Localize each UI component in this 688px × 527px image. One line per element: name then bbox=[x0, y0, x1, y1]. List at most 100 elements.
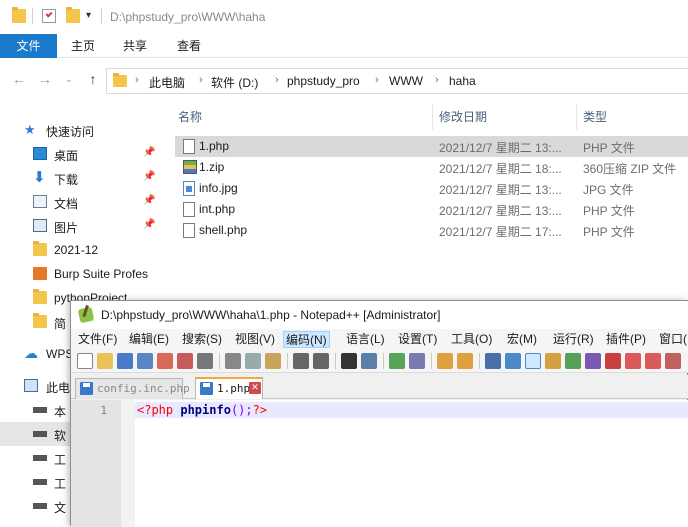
chevron-right-icon[interactable]: › bbox=[435, 74, 439, 86]
new-file-icon[interactable] bbox=[77, 353, 93, 369]
nav-documents[interactable]: 文档 📌 bbox=[0, 190, 160, 214]
replace-icon[interactable] bbox=[361, 353, 377, 369]
nav-label: 简 bbox=[54, 317, 67, 331]
print-icon[interactable] bbox=[197, 353, 213, 369]
file-row[interactable]: shell.php 2021/12/7 星期二 17:... PHP 文件 bbox=[175, 220, 688, 241]
close-tab-icon[interactable]: ✕ bbox=[249, 382, 261, 394]
forward-icon[interactable]: → bbox=[36, 70, 54, 88]
file-row[interactable]: int.php 2021/12/7 星期二 13:... PHP 文件 bbox=[175, 199, 688, 220]
tab-1-php[interactable]: 1.php ✕ bbox=[195, 377, 263, 399]
menu-view[interactable]: 视图(V) bbox=[233, 331, 277, 348]
nav-label: 软 bbox=[54, 429, 67, 443]
nav-label: 工 bbox=[54, 477, 67, 491]
menu-file[interactable]: 文件(F) bbox=[76, 331, 119, 348]
indent-guide-icon[interactable] bbox=[525, 353, 541, 369]
paste-icon[interactable] bbox=[265, 353, 281, 369]
tab-config-inc-php[interactable]: config.inc.php bbox=[75, 378, 190, 399]
redo-icon[interactable] bbox=[313, 353, 329, 369]
menu-settings[interactable]: 设置(T) bbox=[396, 331, 439, 348]
menu-window[interactable]: 窗口( bbox=[657, 331, 688, 348]
drive-icon bbox=[33, 431, 47, 437]
file-row[interactable]: 1.zip 2021/12/7 星期二 18:... 360压缩 ZIP 文件 bbox=[175, 157, 688, 178]
breadcrumb-drive-d[interactable]: 软件 (D:) bbox=[211, 74, 258, 91]
zoom-out-icon[interactable] bbox=[409, 353, 425, 369]
tab-file[interactable]: 文件 bbox=[0, 34, 57, 58]
nav-label: 快速访问 bbox=[46, 125, 95, 139]
nav-label: 工 bbox=[54, 453, 67, 467]
column-header-date[interactable]: 修改日期 bbox=[439, 104, 487, 130]
breadcrumb-this-pc[interactable]: 此电脑 bbox=[149, 74, 185, 91]
tab-home[interactable]: 主页 bbox=[62, 34, 104, 58]
menu-encoding[interactable]: 编码(N) bbox=[283, 331, 330, 348]
stop-record-icon[interactable] bbox=[625, 353, 641, 369]
record-macro-icon[interactable] bbox=[605, 353, 621, 369]
chevron-right-icon[interactable]: › bbox=[275, 74, 279, 86]
save-macro-icon[interactable] bbox=[665, 353, 681, 369]
menu-search[interactable]: 搜索(S) bbox=[180, 331, 224, 348]
breadcrumb-www[interactable]: WWW bbox=[389, 74, 423, 88]
save-icon[interactable] bbox=[117, 353, 133, 369]
undo-icon[interactable] bbox=[293, 353, 309, 369]
folder-icon bbox=[12, 7, 26, 23]
menu-macro[interactable]: 宏(M) bbox=[505, 331, 539, 348]
column-divider[interactable] bbox=[576, 104, 577, 130]
menu-run[interactable]: 运行(R) bbox=[551, 331, 596, 348]
sync-vertical-icon[interactable] bbox=[437, 353, 453, 369]
drive-icon bbox=[33, 503, 47, 509]
properties-icon[interactable] bbox=[42, 9, 56, 23]
menu-plugins[interactable]: 插件(P) bbox=[604, 331, 648, 348]
file-type: PHP 文件 bbox=[583, 225, 635, 239]
cut-icon[interactable] bbox=[225, 353, 241, 369]
menu-language[interactable]: 语言(L) bbox=[344, 331, 387, 348]
menu-tools[interactable]: 工具(O) bbox=[449, 331, 494, 348]
chevron-right-icon[interactable]: › bbox=[199, 74, 203, 86]
show-all-chars-icon[interactable] bbox=[505, 353, 521, 369]
code-line[interactable]: <?php phpinfo();?> bbox=[137, 403, 267, 417]
saved-file-icon bbox=[200, 382, 213, 395]
column-header-name[interactable]: 名称 bbox=[178, 104, 202, 130]
nav-pictures[interactable]: 图片 📌 bbox=[0, 214, 160, 238]
chevron-right-icon[interactable]: › bbox=[375, 74, 379, 86]
function-list-icon[interactable] bbox=[565, 353, 581, 369]
save-all-icon[interactable] bbox=[137, 353, 153, 369]
tab-view[interactable]: 查看 bbox=[168, 34, 210, 58]
divider bbox=[32, 8, 33, 24]
back-icon[interactable]: ← bbox=[10, 70, 28, 88]
close-file-icon[interactable] bbox=[157, 353, 173, 369]
folder-icon bbox=[33, 289, 47, 304]
code-editor[interactable]: 1 <?php phpinfo();?> bbox=[71, 400, 688, 527]
column-divider[interactable] bbox=[432, 104, 433, 130]
close-all-icon[interactable] bbox=[177, 353, 193, 369]
sync-horizontal-icon[interactable] bbox=[457, 353, 473, 369]
menu-edit[interactable]: 编辑(E) bbox=[127, 331, 171, 348]
npp-title-bar[interactable]: D:\phpstudy_pro\WWW\haha\1.php - Notepad… bbox=[71, 301, 688, 329]
breadcrumb-haha[interactable]: haha bbox=[449, 74, 476, 88]
nav-downloads[interactable]: ⬇ 下载 📌 bbox=[0, 166, 160, 190]
drive-icon bbox=[33, 455, 47, 461]
playback-macro-icon[interactable] bbox=[645, 353, 661, 369]
address-row: ← → ⌄ ↑ › 此电脑 › 软件 (D:) › phpstudy_pro ›… bbox=[0, 66, 688, 94]
nav-quick-access[interactable]: ★ 快速访问 bbox=[0, 118, 160, 142]
column-header-type[interactable]: 类型 bbox=[583, 104, 607, 130]
nav-folder-2021-12[interactable]: 2021-12 bbox=[0, 238, 160, 262]
copy-icon[interactable] bbox=[245, 353, 261, 369]
ribbon-tabs: 文件 主页 共享 查看 bbox=[0, 34, 688, 58]
breadcrumb-phpstudy-pro[interactable]: phpstudy_pro bbox=[287, 74, 360, 88]
recent-dropdown-icon[interactable]: ⌄ bbox=[60, 70, 78, 88]
find-icon[interactable] bbox=[341, 353, 357, 369]
address-bar[interactable]: › 此电脑 › 软件 (D:) › phpstudy_pro › WWW › h… bbox=[106, 68, 688, 94]
tab-share[interactable]: 共享 bbox=[114, 34, 156, 58]
open-file-icon[interactable] bbox=[97, 353, 113, 369]
folder-workspace-icon[interactable] bbox=[585, 353, 601, 369]
new-folder-icon[interactable] bbox=[66, 7, 80, 23]
word-wrap-icon[interactable] bbox=[485, 353, 501, 369]
file-row[interactable]: 1.php 2021/12/7 星期二 13:... PHP 文件 bbox=[175, 136, 688, 157]
zoom-in-icon[interactable] bbox=[389, 353, 405, 369]
up-icon[interactable]: ↑ bbox=[84, 70, 102, 88]
chevron-right-icon[interactable]: › bbox=[135, 74, 139, 86]
file-row[interactable]: info.jpg 2021/12/7 星期二 13:... JPG 文件 bbox=[175, 178, 688, 199]
doc-map-icon[interactable] bbox=[545, 353, 561, 369]
nav-burp-suite[interactable]: Burp Suite Profes bbox=[0, 262, 160, 286]
chevron-down-icon[interactable]: ▾ bbox=[86, 10, 91, 21]
nav-desktop[interactable]: 桌面 📌 bbox=[0, 142, 160, 166]
